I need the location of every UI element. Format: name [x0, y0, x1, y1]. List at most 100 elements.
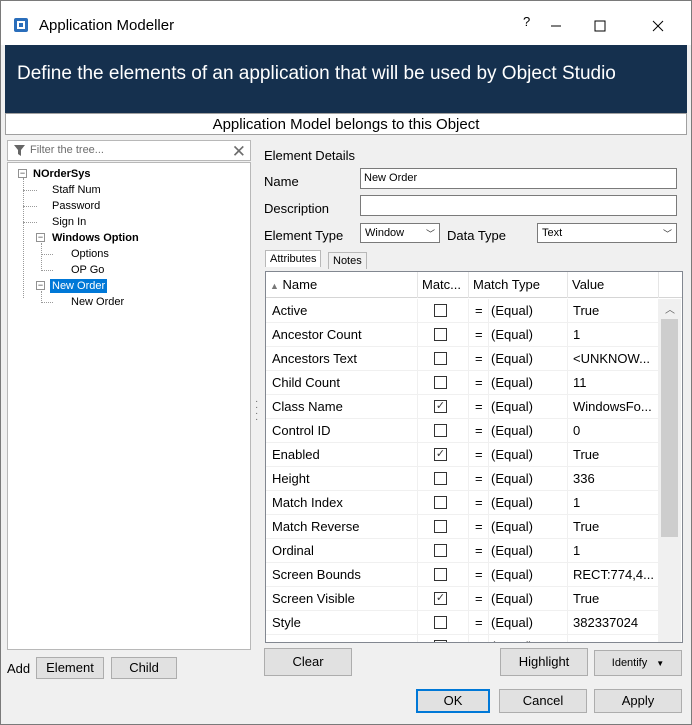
- value-cell[interactable]: True: [568, 443, 659, 467]
- match-checkbox[interactable]: [434, 568, 447, 581]
- match-checkbox[interactable]: [434, 328, 447, 341]
- match-checkbox[interactable]: ✓: [434, 400, 447, 413]
- description-field[interactable]: [360, 195, 677, 216]
- grid-row[interactable]: Style = (Equal) 382337024: [266, 611, 659, 635]
- grid-row[interactable]: Match Reverse = (Equal) True: [266, 515, 659, 539]
- element-type-select[interactable]: Window ﹀: [360, 223, 440, 243]
- match-checkbox[interactable]: [434, 304, 447, 317]
- match-checkbox[interactable]: ✓: [434, 592, 447, 605]
- grid-row[interactable]: Child Count = (Equal) 11: [266, 371, 659, 395]
- column-header-match[interactable]: Matc...: [418, 272, 469, 298]
- match-type-cell[interactable]: (Equal): [489, 515, 568, 539]
- add-child-button[interactable]: Child: [111, 657, 177, 679]
- value-cell[interactable]: 0: [568, 419, 659, 443]
- title-bar[interactable]: Application Modeller ?: [1, 1, 691, 45]
- grid-row[interactable]: Ordinal = (Equal) 1: [266, 539, 659, 563]
- scroll-up-icon[interactable]: ︿: [665, 301, 675, 316]
- tree-filter[interactable]: Filter the tree... ✕: [7, 140, 251, 161]
- match-type-cell[interactable]: (Equal): [489, 347, 568, 371]
- column-header-match-type[interactable]: Match Type: [469, 272, 568, 298]
- tree-item-options[interactable]: Options: [71, 247, 109, 261]
- grid-row[interactable]: Screen Bounds = (Equal) RECT:774,4...: [266, 563, 659, 587]
- grid-vertical-scrollbar[interactable]: ︿: [659, 299, 681, 642]
- tree-item-new-order-child[interactable]: New Order: [71, 295, 124, 309]
- match-type-cell[interactable]: (Equal): [489, 419, 568, 443]
- grid-row[interactable]: Height = (Equal) 336: [266, 467, 659, 491]
- match-checkbox[interactable]: [434, 352, 447, 365]
- tree-item-op-go[interactable]: OP Go: [71, 263, 104, 277]
- value-cell[interactable]: WindowsFo...: [568, 395, 659, 419]
- value-cell[interactable]: 336: [568, 467, 659, 491]
- value-cell[interactable]: RECT:774,4...: [568, 563, 659, 587]
- match-type-cell[interactable]: (Equal): [489, 323, 568, 347]
- value-cell[interactable]: 1: [568, 539, 659, 563]
- grid-row[interactable]: Match Index = (Equal) 1: [266, 491, 659, 515]
- match-type-cell[interactable]: (Equal): [489, 563, 568, 587]
- grid-row[interactable]: Enabled ✓ = (Equal) True: [266, 443, 659, 467]
- match-checkbox[interactable]: [434, 616, 447, 629]
- clear-filter-icon[interactable]: ✕: [232, 142, 246, 162]
- add-element-button[interactable]: Element: [36, 657, 104, 679]
- column-header-value[interactable]: Value: [568, 272, 659, 298]
- tree-item-password[interactable]: Password: [52, 199, 100, 213]
- highlight-button[interactable]: Highlight: [500, 648, 588, 676]
- match-checkbox[interactable]: [434, 520, 447, 533]
- clear-button[interactable]: Clear: [264, 648, 352, 676]
- match-checkbox[interactable]: [434, 424, 447, 437]
- minimize-button[interactable]: [533, 11, 579, 41]
- grid-row[interactable]: Active = (Equal) True: [266, 299, 659, 323]
- grid-row[interactable]: Text Ne... =(Equal): [266, 635, 659, 642]
- tree-root-norder-sys[interactable]: NOrderSys: [33, 167, 90, 181]
- tab-notes[interactable]: Notes: [328, 252, 367, 269]
- collapse-toggle[interactable]: −: [36, 233, 45, 242]
- apply-button[interactable]: Apply: [594, 689, 682, 713]
- collapse-toggle[interactable]: −: [36, 281, 45, 290]
- close-button[interactable]: [635, 11, 681, 41]
- tree-item-sign-in[interactable]: Sign In: [52, 215, 86, 229]
- value-cell[interactable]: 1: [568, 491, 659, 515]
- panel-splitter[interactable]: · · · ·: [255, 397, 259, 425]
- match-type-cell[interactable]: (Equal): [489, 395, 568, 419]
- owner-object-bar[interactable]: Application Model belongs to this Object: [5, 113, 687, 135]
- match-type-cell[interactable]: (Equal): [489, 443, 568, 467]
- scrollbar-thumb[interactable]: [661, 319, 678, 537]
- match-type-cell[interactable]: (Equal): [489, 467, 568, 491]
- element-tree[interactable]: − NOrderSys Staff Num Password Sign In −…: [7, 162, 251, 650]
- grid-row[interactable]: Screen Visible ✓ = (Equal) True: [266, 587, 659, 611]
- dropdown-arrow-icon[interactable]: ▼: [656, 659, 664, 668]
- grid-row[interactable]: Ancestors Text = (Equal) <UNKNOW...: [266, 347, 659, 371]
- match-checkbox[interactable]: [434, 496, 447, 509]
- match-checkbox[interactable]: [434, 544, 447, 557]
- column-header-name[interactable]: ▲ Name: [266, 272, 418, 298]
- value-cell[interactable]: True: [568, 515, 659, 539]
- match-type-cell[interactable]: (Equal): [489, 371, 568, 395]
- match-type-cell[interactable]: (Equal): [489, 299, 568, 323]
- match-checkbox[interactable]: [434, 640, 447, 642]
- tree-item-windows-option[interactable]: Windows Option: [52, 231, 139, 245]
- value-cell[interactable]: [568, 635, 659, 642]
- match-type-cell[interactable]: (Equal): [489, 635, 568, 642]
- value-cell[interactable]: 11: [568, 371, 659, 395]
- cancel-button[interactable]: Cancel: [499, 689, 587, 713]
- grid-row[interactable]: Class Name ✓ = (Equal) WindowsFo...: [266, 395, 659, 419]
- match-checkbox[interactable]: ✓: [434, 448, 447, 461]
- tab-attributes[interactable]: Attributes: [265, 250, 322, 267]
- ok-button[interactable]: OK: [416, 689, 490, 713]
- attributes-grid[interactable]: ▲ Name Matc... Match Type Value Active =(…: [265, 271, 683, 643]
- tree-item-new-order-selected[interactable]: New Order: [50, 279, 108, 293]
- value-cell[interactable]: True: [568, 587, 659, 611]
- maximize-button[interactable]: [577, 11, 623, 41]
- identify-button[interactable]: Identify ▼: [594, 650, 682, 676]
- match-type-cell[interactable]: (Equal): [489, 611, 568, 635]
- value-cell[interactable]: True: [568, 299, 659, 323]
- grid-row[interactable]: Ancestor Count = (Equal) 1: [266, 323, 659, 347]
- match-checkbox[interactable]: [434, 376, 447, 389]
- tree-item-staff-num[interactable]: Staff Num: [52, 183, 101, 197]
- name-field[interactable]: New Order: [360, 168, 677, 189]
- value-cell[interactable]: 1: [568, 323, 659, 347]
- value-cell[interactable]: 382337024: [568, 611, 659, 635]
- collapse-toggle[interactable]: −: [18, 169, 27, 178]
- match-type-cell[interactable]: (Equal): [489, 539, 568, 563]
- help-button[interactable]: ?: [523, 14, 530, 29]
- value-cell[interactable]: <UNKNOW...: [568, 347, 659, 371]
